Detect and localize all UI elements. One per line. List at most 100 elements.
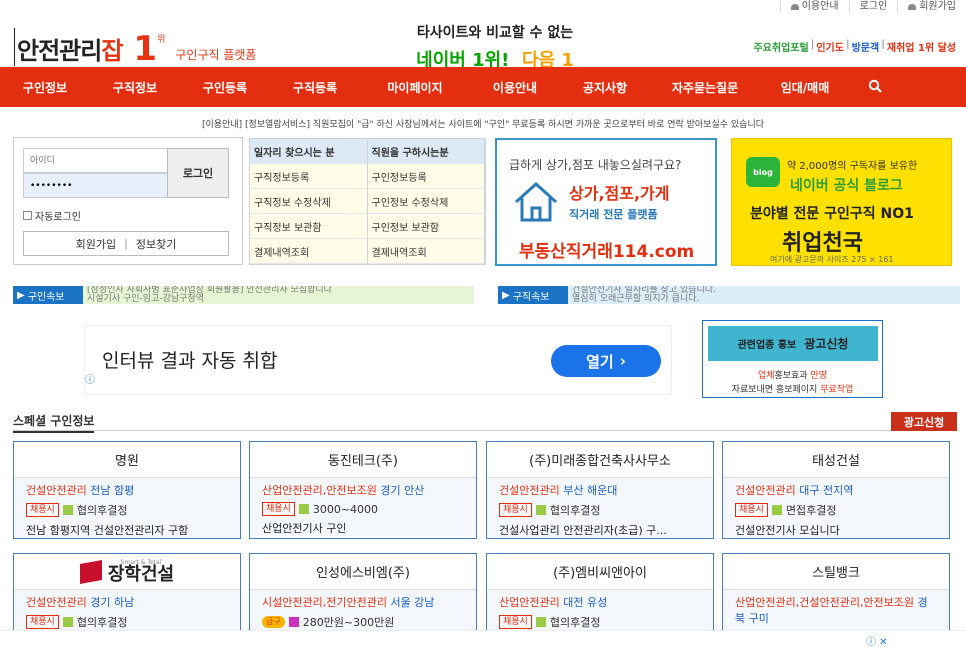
job-card[interactable]: (주)미래종합건축사사무소 건설안전관리 부산 해운대 채용시 협의후결정 건설사업관리…: [486, 441, 714, 539]
hire-badge: 채용시: [499, 503, 532, 517]
hire-badge: 급구: [262, 616, 285, 628]
google-ad[interactable]: 인터뷰 결과 자동 취합 열기 › ⓘ: [84, 325, 672, 395]
job-menu-link[interactable]: 구직정보등록: [250, 164, 368, 189]
table-header: 일자리 찾으시는 분: [250, 139, 368, 164]
pay-text: 3000~4000: [312, 502, 379, 516]
bottom-ad-bar: ⓘ ✕: [0, 630, 966, 648]
job-field: 시설안전관리,전기안전관리: [262, 596, 387, 609]
login-button[interactable]: 로그인: [167, 148, 229, 198]
open-button[interactable]: 열기 ›: [551, 345, 661, 377]
job-menu-link[interactable]: 구인정보등록: [367, 164, 485, 189]
auto-login[interactable]: 자동로그인: [23, 208, 81, 223]
job-field: 건설안전관리: [735, 484, 796, 497]
divider: [13, 430, 957, 431]
hire-badge: 채용시: [26, 615, 59, 629]
pay-icon: [535, 505, 546, 515]
job-description: 산업안전기사 구인: [262, 522, 347, 535]
top-link[interactable]: 방문객: [852, 39, 880, 54]
nav-item[interactable]: 이용안내: [470, 79, 560, 96]
pay-text: 협의후결정: [76, 504, 128, 517]
guide-link[interactable]: 이용안내: [779, 0, 849, 13]
nav-item[interactable]: 마이페이지: [360, 79, 470, 96]
pay-icon: [62, 617, 73, 627]
pay-icon: [298, 504, 309, 514]
login-link[interactable]: 로그인: [848, 0, 898, 13]
hire-badge: 채용시: [499, 615, 532, 629]
nav-item[interactable]: 임대/매매: [760, 79, 850, 96]
job-menu-link[interactable]: 구인정보 보관함: [367, 214, 485, 239]
job-location: 경기 안산: [380, 484, 425, 497]
pay-text: 280만원~300만원: [302, 616, 395, 629]
hire-badge: 채용시: [735, 503, 768, 517]
top-link[interactable]: 인기도: [816, 39, 844, 54]
top-links: 주요취업포털 | 인기도 | 방문객 | 재취업 1위 달성: [753, 39, 956, 54]
job-card[interactable]: 동진테크(주) 산업안전관리,안전보조원 경기 안산채용시 3000~4000 산업안…: [249, 441, 477, 539]
top-link[interactable]: 주요취업포털: [753, 39, 808, 54]
logo-mark: [79, 559, 102, 584]
job-description: 건설사업관리 안전관리자(초급) 구...: [499, 524, 667, 537]
job-field: 산업안전관리,건설안전관리,안전보조원: [735, 596, 915, 609]
join-button[interactable]: 회원가입: [76, 236, 116, 252]
nav-item[interactable]: 구직등록: [270, 79, 360, 96]
nav-item[interactable]: 구인등록: [180, 79, 270, 96]
hire-badge: 채용시: [262, 502, 295, 516]
company-name: 스틸뱅크: [723, 554, 949, 590]
blog-icon: blog: [746, 157, 780, 187]
job-field: 산업안전관리: [499, 596, 560, 609]
job-location: 대구 전지역: [799, 484, 854, 497]
job-menu-table: 일자리 찾으시는 분 직원을 구하시는분 구직정보등록 구인정보등록 구직정보 수정삭제…: [249, 138, 486, 265]
ad-apply-button[interactable]: 광고신청: [891, 412, 957, 431]
search-icon[interactable]: [850, 79, 900, 96]
pay-text: 협의후결정: [549, 504, 601, 517]
job-field: 산업안전관리,안전보조원: [262, 484, 377, 497]
job-field: 건설안전관리: [499, 484, 560, 497]
main-nav: 구인정보 구직정보 구인등록 구직등록 마이페이지 이용안내 공지사항 자주묻는질문 임대/매매: [0, 67, 966, 107]
job-menu-link[interactable]: 구인정보 수정삭제: [367, 189, 485, 214]
company-name: (주)엠비씨앤아이: [487, 554, 713, 590]
recruit-ticker[interactable]: ▶ 구인속보 [삼성인사 사회사병 표준사업장 회원활용] 안전관리자 모집합니다…: [13, 286, 474, 304]
pay-text: 협의후결정: [549, 616, 601, 629]
job-location: 전남 함평: [90, 484, 135, 497]
company-name: 명원: [14, 442, 240, 478]
jobseek-ticker[interactable]: ▶ 구직속보 건설안전기사 일자리를 찾고 있습니다. 열심히 오래근무할 의지가 …: [498, 286, 960, 304]
job-field: 건설안전관리: [26, 596, 87, 609]
job-location: 경기 하남: [90, 596, 135, 609]
company-logo: Smart & Total 장학건설: [14, 554, 240, 590]
job-field: 건설안전관리: [26, 484, 87, 497]
chevron-right-icon: ›: [619, 352, 626, 370]
realestate-ad[interactable]: 급하게 상가,점포 내놓으실려구요? 상가,점포,가게 직거래 전문 플랫폼 부…: [495, 138, 717, 266]
table-header: 직원을 구하시는분: [367, 139, 485, 164]
nav-item[interactable]: 자주묻는질문: [650, 79, 760, 96]
job-card[interactable]: 명원 건설안전관리 전남 함평 채용시 협의후결정 전남 함평지역 건설안전관리자 구함: [13, 441, 241, 539]
play-icon: ▶: [17, 289, 25, 301]
user-plus-icon: [908, 3, 917, 10]
find-info-button[interactable]: 정보찾기: [136, 236, 176, 252]
job-menu-link[interactable]: 결제내역조회: [367, 239, 485, 264]
nav-item[interactable]: 구직정보: [90, 79, 180, 96]
nav-item[interactable]: 공지사항: [560, 79, 650, 96]
house-icon: [514, 181, 558, 222]
job-menu-link[interactable]: 구직정보 보관함: [250, 214, 368, 239]
ad-request-box[interactable]: 관련업종 홍보 광고신청 업체홍보효과 만땅 자료보내면 홍보페이지 무료작업: [702, 320, 883, 398]
company-name: 동진테크(주): [250, 442, 476, 478]
nav-item[interactable]: 구인정보: [0, 79, 90, 96]
top-utility-bar: 이용안내 로그인 회원가입: [779, 0, 966, 13]
pay-icon: [288, 617, 299, 627]
pay-text: 면접후결정: [785, 504, 837, 517]
join-link[interactable]: 회원가입: [897, 0, 966, 13]
ad-info-icon[interactable]: ⓘ: [85, 371, 95, 386]
site-logo[interactable]: 안전관리 잡 1 위 구인구직 플랫폼: [14, 28, 256, 66]
job-location: 서울 강남: [390, 596, 435, 609]
job-menu-link[interactable]: 결제내역조회: [250, 239, 368, 264]
job-description: 전남 함평지역 건설안전관리자 구함: [26, 524, 189, 537]
pay-icon: [62, 505, 73, 515]
job-card[interactable]: 태성건설 건설안전관리 대구 전지역 채용시 면접후결정 건설안전기사 모십니다: [722, 441, 950, 539]
password-input[interactable]: [23, 173, 168, 198]
id-input[interactable]: [23, 148, 168, 173]
company-name: 인성에스비엠(주): [250, 554, 476, 590]
top-link[interactable]: 재취업 1위 달성: [887, 39, 956, 54]
login-links: 회원가입 | 정보찾기: [23, 231, 229, 256]
auto-login-checkbox[interactable]: [23, 211, 32, 220]
blog-ad[interactable]: blog 약 2,000명의 구독자를 보유한 네이버 공식 블로그 분야별 전…: [731, 138, 952, 266]
job-menu-link[interactable]: 구직정보 수정삭제: [250, 189, 368, 214]
